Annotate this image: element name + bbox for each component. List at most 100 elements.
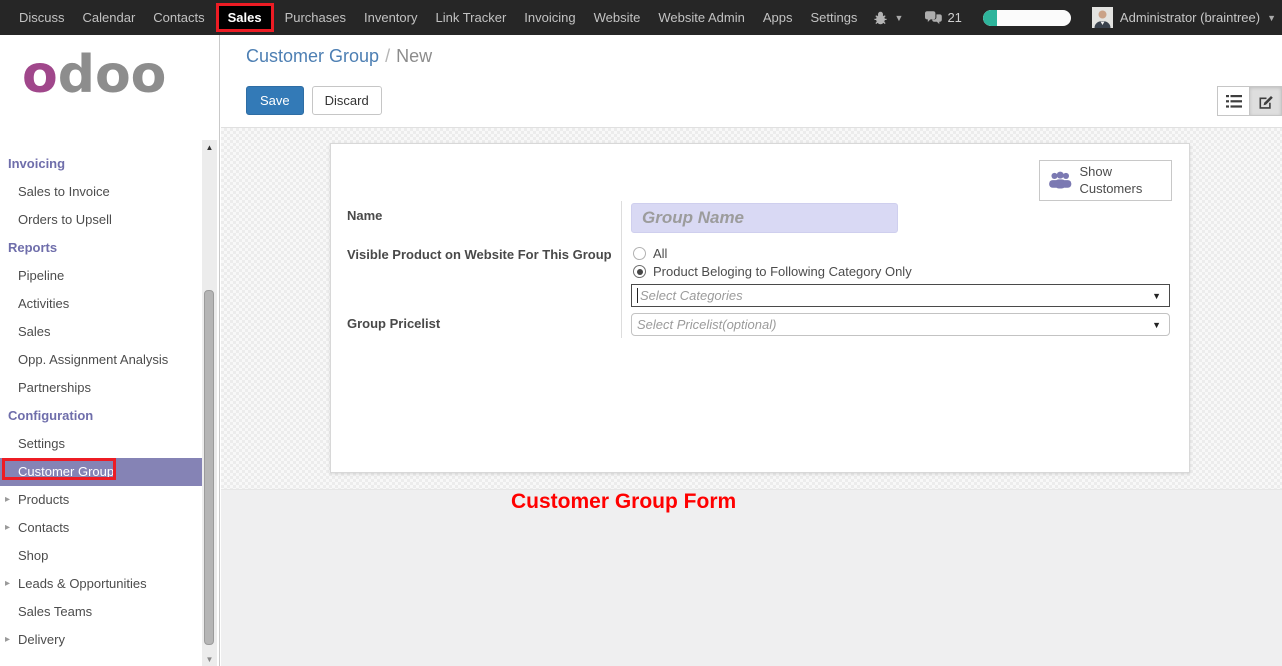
- sidebar-item-label: Activities: [18, 296, 69, 311]
- breadcrumb-separator: /: [379, 46, 396, 66]
- topbar-menu-calendar[interactable]: Calendar: [74, 0, 145, 35]
- topbar-menu-sales[interactable]: Sales: [214, 3, 276, 32]
- sidebar-item-opp-assignment-analysis[interactable]: Opp. Assignment Analysis: [0, 346, 204, 374]
- save-button[interactable]: Save: [246, 86, 304, 115]
- sidebar-heading-invoicing: Invoicing: [0, 150, 204, 178]
- scroll-up-icon[interactable]: ▲: [202, 143, 217, 152]
- people-group-icon: [1048, 169, 1072, 192]
- sidebar-item-sales[interactable]: Sales: [0, 318, 204, 346]
- sidebar-item-contacts[interactable]: ▸ Contacts: [0, 514, 204, 542]
- sidebar-heading-configuration: Configuration: [0, 402, 204, 430]
- debug-caret-down-icon[interactable]: ▼: [895, 13, 904, 23]
- show-customers-label: Show Customers: [1079, 164, 1163, 197]
- topbar-menu-website-admin[interactable]: Website Admin: [649, 0, 753, 35]
- scroll-down-icon[interactable]: ▼: [202, 655, 217, 664]
- chat-bubbles-icon: [924, 11, 943, 25]
- topbar-menu-discuss[interactable]: Discuss: [10, 0, 74, 35]
- chevron-right-icon: ▸: [5, 626, 10, 654]
- sidebar-item-label: Settings: [18, 436, 65, 451]
- sidebar-item-sales-teams[interactable]: Sales Teams: [0, 598, 204, 626]
- topbar-menu-invoicing[interactable]: Invoicing: [515, 0, 584, 35]
- sidebar-item-label: Sales Teams: [18, 604, 92, 619]
- user-menu[interactable]: Administrator (braintree): [1120, 10, 1260, 25]
- list-view-button[interactable]: [1217, 86, 1250, 116]
- topbar-menu-link-tracker[interactable]: Link Tracker: [426, 0, 515, 35]
- red-annotation-box-topbar: Sales: [216, 3, 274, 32]
- annotation-caption: Customer Group Form: [511, 490, 736, 514]
- sidebar-item-orders-to-upsell[interactable]: Orders to Upsell: [0, 206, 204, 234]
- chevron-right-icon: ▸: [5, 570, 10, 598]
- scrollbar-thumb[interactable]: [204, 290, 214, 645]
- sidebar-item-leads-opportunities[interactable]: ▸ Leads & Opportunities: [0, 570, 204, 598]
- sidebar-item-label: Pipeline: [18, 268, 64, 283]
- topbar-menu-purchases[interactable]: Purchases: [276, 0, 355, 35]
- form-sheet: Show Customers Name Visible Product on W…: [330, 143, 1190, 473]
- sidebar-item-sales-to-invoice[interactable]: Sales to Invoice: [0, 178, 204, 206]
- topbar-menu: DiscussCalendarContactsSalesPurchasesInv…: [0, 0, 866, 35]
- radio-category-only[interactable]: Product Beloging to Following Category O…: [633, 264, 912, 279]
- sidebar: odoo InvoicingSales to Invoice Orders to …: [0, 35, 220, 666]
- breadcrumb-current: New: [396, 46, 432, 66]
- sidebar-item-activities[interactable]: Activities: [0, 290, 204, 318]
- control-panel-buttons: Save Discard: [246, 86, 382, 115]
- topbar-menu-website[interactable]: Website: [585, 0, 650, 35]
- message-count: 21: [947, 10, 961, 25]
- text-cursor: [637, 288, 638, 303]
- radio-all[interactable]: All: [633, 246, 667, 261]
- sidebar-item-label: Delivery: [18, 632, 65, 647]
- lower-background: Customer Group Form: [221, 489, 1282, 666]
- sidebar-scrollbar[interactable]: ▲ ▼: [202, 140, 217, 666]
- sidebar-item-label: Products: [18, 492, 69, 507]
- messages-button[interactable]: 21: [924, 10, 961, 25]
- name-field-label: Name: [347, 208, 382, 223]
- breadcrumb-parent-link[interactable]: Customer Group: [246, 46, 379, 66]
- sidebar-item-label: Opp. Assignment Analysis: [18, 352, 168, 367]
- topbar-menu-apps[interactable]: Apps: [754, 0, 802, 35]
- chevron-right-icon: ▸: [5, 486, 10, 514]
- sidebar-heading-reports: Reports: [0, 234, 204, 262]
- sidebar-item-label: Shop: [18, 548, 48, 563]
- sidebar-item-settings[interactable]: Settings: [0, 430, 204, 458]
- sidebar-item-pipeline[interactable]: Pipeline: [0, 262, 204, 290]
- sidebar-item-label: Leads & Opportunities: [18, 576, 147, 591]
- categories-select-placeholder: Select Categories: [640, 288, 1152, 303]
- label-field-divider: [621, 201, 622, 338]
- sidebar-item-label: Customer Group: [18, 464, 114, 479]
- pricelist-select-placeholder: Select Pricelist(optional): [637, 317, 1152, 332]
- sidebar-item-shop[interactable]: Shop: [0, 542, 204, 570]
- categories-caret-down-icon: ▼: [1152, 291, 1161, 301]
- user-avatar[interactable]: [1092, 7, 1113, 28]
- discard-button[interactable]: Discard: [312, 86, 382, 115]
- progress-pill[interactable]: [983, 10, 1071, 26]
- topbar-menu-settings[interactable]: Settings: [801, 0, 866, 35]
- pricelist-select[interactable]: Select Pricelist(optional) ▼: [631, 313, 1170, 336]
- pricelist-caret-down-icon: ▼: [1152, 320, 1161, 330]
- topbar-menu-contacts[interactable]: Contacts: [144, 0, 213, 35]
- group-name-input[interactable]: [631, 203, 898, 233]
- debug-bug-icon[interactable]: [873, 11, 888, 25]
- sidebar-item-label: Partnerships: [18, 380, 91, 395]
- form-view-background: Show Customers Name Visible Product on W…: [221, 128, 1282, 489]
- sidebar-item-products[interactable]: ▸ Products: [0, 486, 204, 514]
- chevron-right-icon: ▸: [5, 514, 10, 542]
- radio-category-circle-icon[interactable]: [633, 265, 646, 278]
- form-view-button[interactable]: [1249, 86, 1282, 116]
- sidebar-menu: InvoicingSales to Invoice Orders to Upsel…: [0, 150, 204, 654]
- sidebar-item-label: Sales: [18, 324, 51, 339]
- pricelist-field-label: Group Pricelist: [347, 316, 440, 331]
- topbar-menu-inventory[interactable]: Inventory: [355, 0, 426, 35]
- sidebar-item-partnerships[interactable]: Partnerships: [0, 374, 204, 402]
- list-icon: [1226, 95, 1242, 108]
- topbar-right: ▼ 21 Administrator (braintree): [873, 0, 1282, 35]
- sidebar-item-label: Contacts: [18, 520, 69, 535]
- radio-all-circle-icon[interactable]: [633, 247, 646, 260]
- edit-pencil-icon: [1258, 93, 1274, 109]
- sidebar-item-label: Orders to Upsell: [18, 212, 112, 227]
- sidebar-item-delivery[interactable]: ▸ Delivery: [0, 626, 204, 654]
- show-customers-button[interactable]: Show Customers: [1039, 160, 1172, 201]
- categories-select[interactable]: Select Categories ▼: [631, 284, 1170, 307]
- visibility-field-label: Visible Product on Website For This Grou…: [347, 247, 612, 262]
- odoo-logo[interactable]: odoo: [22, 49, 166, 101]
- sidebar-item-customer-group[interactable]: Customer Group: [0, 458, 204, 486]
- view-switcher: [1217, 86, 1282, 116]
